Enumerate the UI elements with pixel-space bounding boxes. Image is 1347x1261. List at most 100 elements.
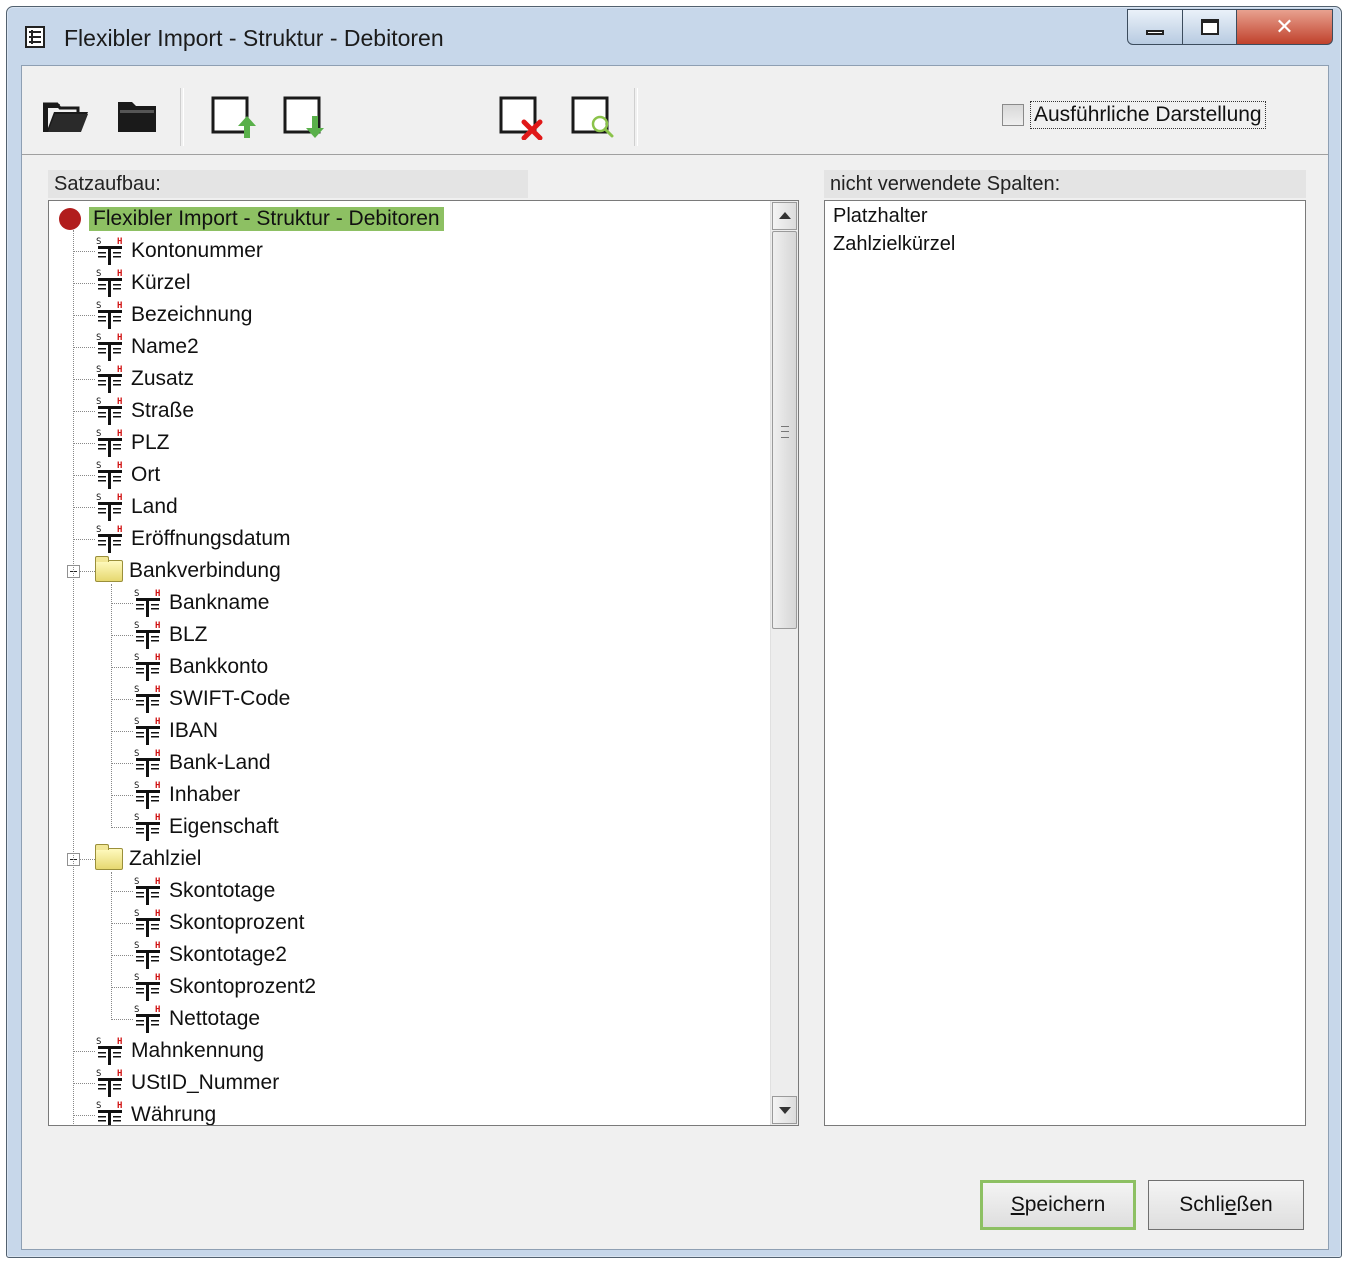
open-folder-button[interactable] xyxy=(40,94,92,140)
tree-field-node[interactable]: S H Bankname xyxy=(133,588,269,618)
detail-view-toggle[interactable]: Ausführliche Darstellung xyxy=(1002,100,1266,130)
folder-button[interactable] xyxy=(114,94,166,140)
tree-field-node[interactable]: S H Land xyxy=(95,492,178,522)
tree-field-node[interactable]: S H Skontoprozent xyxy=(133,908,304,938)
tree-field-node[interactable]: S H Skontotage xyxy=(133,876,275,906)
tree-field-node[interactable]: S H Kontonummer xyxy=(95,236,263,266)
tree-field-node[interactable]: S H Bank-Land xyxy=(133,748,271,778)
tree-field-node[interactable]: S H IBAN xyxy=(133,716,218,746)
tree-node-label: Eröffnungsdatum xyxy=(131,527,291,550)
tree-node-label: Eigenschaft xyxy=(169,815,279,838)
close-icon: ✕ xyxy=(1275,14,1294,39)
field-icon: SH xyxy=(133,972,163,1002)
tree-field-node[interactable]: S H Eröffnungsdatum xyxy=(95,524,291,554)
tree-node-label: Skontoprozent xyxy=(169,911,305,934)
dialog-window: Flexibler Import - Struktur - Debitoren … xyxy=(6,6,1342,1258)
folder-icon xyxy=(95,844,123,870)
scroll-down-arrow-icon[interactable] xyxy=(772,1096,797,1124)
tree-node-label: Flexibler Import - Struktur - Debitoren xyxy=(89,207,444,231)
tree-root-node[interactable]: Flexibler Import - Struktur - Debitoren xyxy=(59,204,444,234)
tree-field-node[interactable]: S H Mahnkennung xyxy=(95,1036,264,1066)
save-accel: S xyxy=(1010,1193,1025,1216)
tree-node-label: BLZ xyxy=(169,623,208,646)
svg-text:S: S xyxy=(96,1101,101,1111)
detail-view-label[interactable]: Ausführliche Darstellung xyxy=(1030,101,1266,129)
tree-scrollbar[interactable] xyxy=(770,201,798,1125)
minimize-icon xyxy=(1146,29,1164,35)
svg-text:H: H xyxy=(117,333,122,343)
svg-text:H: H xyxy=(117,461,122,471)
scroll-thumb[interactable] xyxy=(772,231,797,629)
tree-connector xyxy=(111,763,133,764)
svg-text:S: S xyxy=(134,813,139,823)
preview-button[interactable] xyxy=(570,94,622,140)
tree-field-node[interactable]: S H PLZ xyxy=(95,428,170,458)
grip-icon xyxy=(781,426,789,438)
toolbar-separator xyxy=(634,88,638,146)
unused-columns-list[interactable]: Platzhalter Zahlzielkürzel xyxy=(824,200,1306,1126)
tree-connector xyxy=(73,1115,95,1116)
import-button[interactable] xyxy=(282,94,334,140)
tree-connector xyxy=(111,872,112,1018)
export-button[interactable] xyxy=(210,94,262,140)
tree-field-node[interactable]: S H UStID_Nummer xyxy=(95,1068,279,1098)
svg-text:H: H xyxy=(117,301,122,311)
save-label-part: peichern xyxy=(1024,1193,1106,1216)
list-item[interactable]: Zahlzielkürzel xyxy=(833,233,955,256)
svg-text:H: H xyxy=(117,525,122,535)
tree-field-node[interactable]: S H Skontoprozent2 xyxy=(133,972,316,1002)
close-button[interactable]: Schli e ßen xyxy=(1148,1180,1304,1230)
tree-field-node[interactable]: S H Währung xyxy=(95,1100,216,1125)
svg-text:S: S xyxy=(96,365,101,375)
tree-node-label: IBAN xyxy=(169,719,219,742)
tree-field-node[interactable]: S H Straße xyxy=(95,396,194,426)
field-icon: SH xyxy=(133,716,163,746)
field-icon: SH xyxy=(133,780,163,810)
tree-field-node[interactable]: S H Ort xyxy=(95,460,160,490)
tree-connector xyxy=(73,283,95,284)
tree-field-node[interactable]: S H Bezeichnung xyxy=(95,300,252,330)
tree-connector xyxy=(73,315,95,316)
field-icon: SH xyxy=(95,300,125,330)
window-title: Flexibler Import - Struktur - Debitoren xyxy=(64,25,444,51)
scroll-up-arrow-icon[interactable] xyxy=(772,202,797,230)
tree-field-node[interactable]: S H Nettotage xyxy=(133,1004,260,1034)
folder-icon xyxy=(118,102,156,132)
detail-view-checkbox[interactable] xyxy=(1002,104,1024,126)
tree-field-node[interactable]: S H Skontotage2 xyxy=(133,940,287,970)
tree-field-node[interactable]: S H Eigenschaft xyxy=(133,812,279,842)
delete-icon xyxy=(499,96,543,141)
tree-field-node[interactable]: S H Zusatz xyxy=(95,364,194,394)
delete-button[interactable] xyxy=(498,94,550,141)
field-icon: SH xyxy=(133,812,163,842)
title-bar[interactable]: Flexibler Import - Struktur - Debitoren … xyxy=(7,7,1341,65)
tree-connector xyxy=(111,955,133,956)
tree-connector xyxy=(111,603,133,604)
tree-field-node[interactable]: S H Bankkonto xyxy=(133,652,268,682)
tree-node-label: Nettotage xyxy=(169,1007,261,1030)
maximize-button[interactable] xyxy=(1183,9,1237,45)
save-button[interactable]: Speichern xyxy=(980,1180,1136,1230)
tree-group-node[interactable]: Zahlziel xyxy=(95,844,201,874)
list-item[interactable]: Platzhalter xyxy=(833,205,928,228)
tree-field-node[interactable]: S H Name2 xyxy=(95,332,199,362)
tree-connector xyxy=(73,411,95,412)
tree-field-node[interactable]: S H BLZ xyxy=(133,620,208,650)
close-label-part: ßen xyxy=(1236,1193,1273,1216)
tree-field-node[interactable]: S H SWIFT-Code xyxy=(133,684,290,714)
svg-text:S: S xyxy=(134,589,139,599)
tree-connector xyxy=(73,347,95,348)
tree-group-node[interactable]: Bankverbindung xyxy=(95,556,281,586)
tree-field-node[interactable]: S H Inhaber xyxy=(133,780,240,810)
tree-field-node[interactable]: S H Kürzel xyxy=(95,268,191,298)
svg-text:S: S xyxy=(96,333,101,343)
tree-connector xyxy=(73,443,95,444)
close-window-button[interactable]: ✕ xyxy=(1237,9,1333,45)
folder-open-icon xyxy=(43,102,88,132)
svg-text:H: H xyxy=(117,397,122,407)
structure-tree[interactable]: Flexibler Import - Struktur - Debitoren S… xyxy=(48,200,799,1126)
minimize-button[interactable] xyxy=(1127,9,1183,45)
toolbar-separator xyxy=(180,88,184,146)
svg-text:H: H xyxy=(155,685,160,695)
tree-node-label: Land xyxy=(131,495,178,518)
